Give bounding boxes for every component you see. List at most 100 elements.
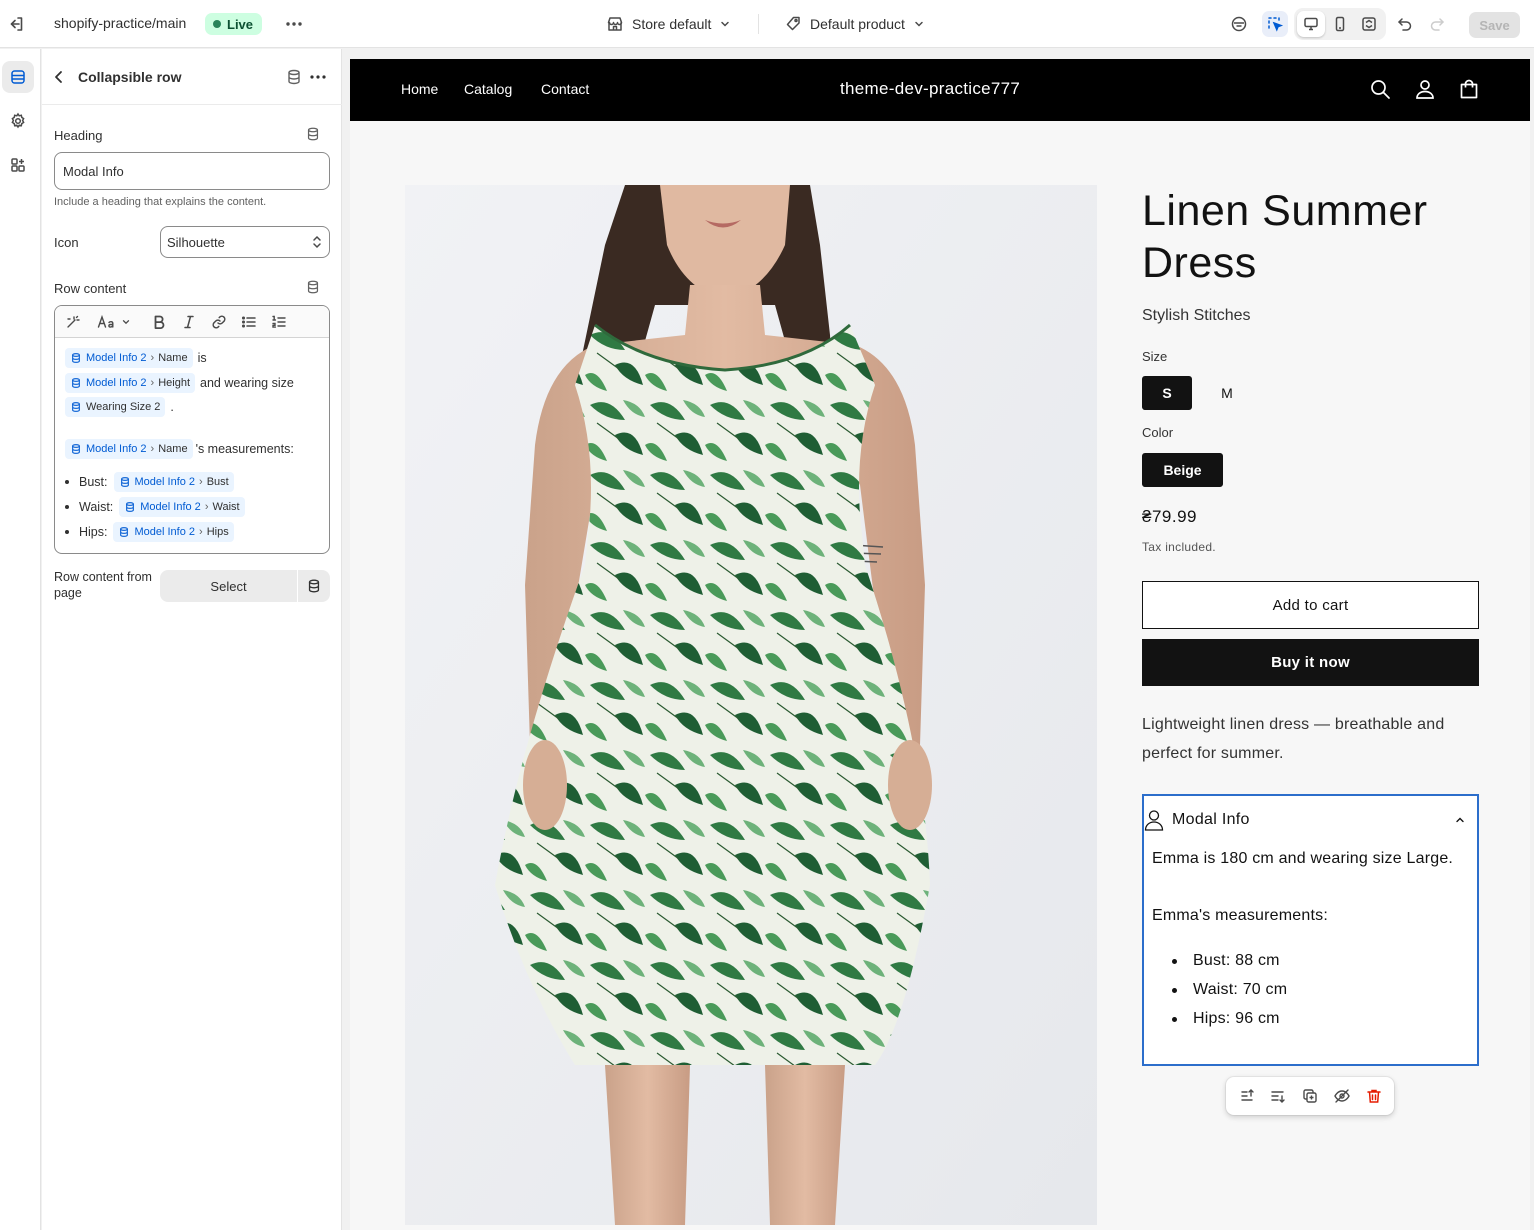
dynamic-source-pill[interactable]: Model Info 2 › Name	[65, 439, 193, 459]
select-page-button[interactable]: Select	[160, 570, 297, 602]
store-icon	[606, 15, 624, 33]
desktop-icon[interactable]	[1297, 11, 1325, 37]
product-image[interactable]	[405, 185, 1097, 1225]
icon-select[interactable]: Silhouette	[160, 226, 330, 258]
panel-header: Collapsible row	[42, 49, 342, 105]
store-context-label: Store default	[632, 16, 712, 32]
undo-icon[interactable]	[1392, 11, 1418, 37]
link-icon[interactable]	[209, 312, 229, 332]
back-arrow-icon[interactable]	[52, 67, 68, 87]
bullet-dot	[1172, 987, 1177, 993]
delete-trash-icon[interactable]	[1364, 1086, 1384, 1106]
collapsible-content-line: Emma is 180 cm and wearing size Large.	[1152, 850, 1454, 867]
device-toggle-group	[1294, 8, 1386, 40]
dynamic-source-pill[interactable]: Model Info 2 › Waist	[119, 497, 245, 517]
rte-text: 's measurements:	[195, 442, 294, 456]
numbered-list-icon[interactable]	[269, 312, 289, 332]
buy-it-now-button[interactable]: Buy it now	[1142, 639, 1479, 686]
rte-list-label: Bust:	[79, 475, 108, 489]
rte-text: .	[170, 400, 174, 414]
more-options-icon[interactable]	[308, 68, 328, 86]
duplicate-icon[interactable]	[1300, 1086, 1320, 1106]
exit-icon[interactable]	[6, 14, 28, 34]
template-select[interactable]: Default product	[784, 12, 925, 36]
row-content-from-page-label: Row content from page	[54, 570, 152, 600]
row-content-label: Row content	[54, 281, 127, 296]
collapsible-row[interactable]: Modal Info Emma is 180 cm and wearing si…	[1142, 794, 1479, 1066]
magic-wand-icon[interactable]	[63, 312, 83, 332]
rte-text: is	[197, 351, 207, 365]
select-arrows-icon	[311, 234, 323, 250]
move-down-icon[interactable]	[1268, 1086, 1288, 1106]
add-to-cart-button[interactable]: Add to cart	[1142, 581, 1479, 629]
pill-source: Model Info 2	[86, 443, 147, 455]
nav-link-contact[interactable]: Contact	[541, 81, 589, 97]
color-option-beige[interactable]: Beige	[1142, 453, 1223, 487]
account-icon[interactable]	[1414, 78, 1436, 100]
icon-field-label: Icon	[54, 235, 79, 250]
store-name[interactable]: theme-dev-practice777	[840, 79, 1020, 99]
rte-line: Model Info 2 › Height and wearing size	[65, 373, 294, 393]
heading-input[interactable]: Modal Info	[54, 152, 330, 190]
more-actions-icon[interactable]	[282, 14, 306, 34]
chevron-right-icon: ›	[204, 501, 209, 513]
rte-line: Model Info 2 › Name is	[65, 348, 207, 368]
collapsible-row-title: Modal Info	[1172, 811, 1250, 828]
dynamic-source-pill[interactable]: Model Info 2 › Height	[65, 373, 196, 393]
search-icon[interactable]	[1369, 78, 1391, 100]
chevron-down-icon	[121, 317, 131, 327]
connect-dynamic-source-icon[interactable]	[298, 570, 330, 602]
list-item-text: Waist: 70 cm	[1193, 981, 1288, 998]
hide-eye-icon[interactable]	[1332, 1086, 1352, 1106]
dynamic-source-pill[interactable]: Model Info 2 › Hips	[113, 522, 234, 542]
dynamic-source-pill[interactable]: Model Info 2 › Bust	[113, 472, 234, 492]
rte-list-item: Waist: Model Info 2 › Waist	[65, 497, 245, 517]
connect-dynamic-source-icon[interactable]	[305, 126, 321, 142]
pill-field: Height	[158, 377, 191, 389]
apps-icon[interactable]	[2, 149, 34, 181]
save-button[interactable]: Save	[1469, 12, 1520, 38]
sidekick-icon[interactable]	[1226, 11, 1252, 37]
bold-icon[interactable]	[149, 312, 169, 332]
rte-line: Model Info 2 › Name 's measurements:	[65, 439, 294, 459]
nav-link-catalog[interactable]: Catalog	[464, 81, 512, 97]
redo-icon[interactable]	[1424, 11, 1450, 37]
editor-top-bar: shopify-practice/main Live Store default…	[0, 0, 1534, 48]
italic-icon[interactable]	[179, 312, 199, 332]
sections-icon[interactable]	[2, 61, 34, 93]
cart-icon[interactable]	[1458, 78, 1480, 100]
theme-name[interactable]: shopify-practice/main	[54, 15, 186, 31]
bulleted-list-icon[interactable]	[239, 312, 259, 332]
theme-settings-gear-icon[interactable]	[2, 105, 34, 137]
size-option-s[interactable]: S	[1142, 376, 1192, 410]
chevron-down-icon	[719, 18, 731, 30]
chevron-right-icon: ›	[150, 443, 155, 455]
rte-list-label: Hips:	[79, 525, 108, 539]
store-context-select[interactable]: Store default	[606, 12, 731, 36]
dynamic-source-icon[interactable]	[285, 68, 303, 86]
connect-dynamic-source-icon[interactable]	[305, 279, 321, 295]
pill-source: Model Info 2	[86, 377, 147, 389]
text-style-dropdown[interactable]	[93, 312, 135, 332]
rte-list-item: Bust: Model Info 2 › Bust	[65, 472, 234, 492]
fullscreen-icon[interactable]	[1355, 11, 1383, 37]
store-header: Home Catalog Contact theme-dev-practice7…	[350, 59, 1530, 121]
dynamic-source-pill[interactable]: Wearing Size 2	[65, 397, 166, 417]
editor-left-rail	[0, 49, 41, 1230]
template-select-label: Default product	[810, 16, 905, 32]
nav-link-home[interactable]: Home	[401, 81, 438, 97]
mobile-icon[interactable]	[1326, 11, 1354, 37]
move-up-icon[interactable]	[1237, 1086, 1257, 1106]
preview-right-gutter	[1530, 49, 1534, 1230]
dynamic-source-pill[interactable]: Model Info 2 › Name	[65, 348, 193, 368]
chevron-right-icon: ›	[150, 352, 155, 364]
size-option-label: Size	[1142, 349, 1168, 364]
size-option-m[interactable]: M	[1202, 376, 1252, 410]
pill-field: Bust	[206, 476, 229, 488]
live-badge-label: Live	[227, 16, 254, 32]
live-status-dot	[213, 20, 221, 28]
tag-icon	[784, 15, 802, 33]
chevron-up-icon[interactable]	[1454, 814, 1466, 826]
inspector-select-icon[interactable]	[1262, 11, 1288, 37]
row-content-rich-text-editor[interactable]: Model Info 2 › Name is Model Info 2 › He…	[54, 305, 330, 554]
